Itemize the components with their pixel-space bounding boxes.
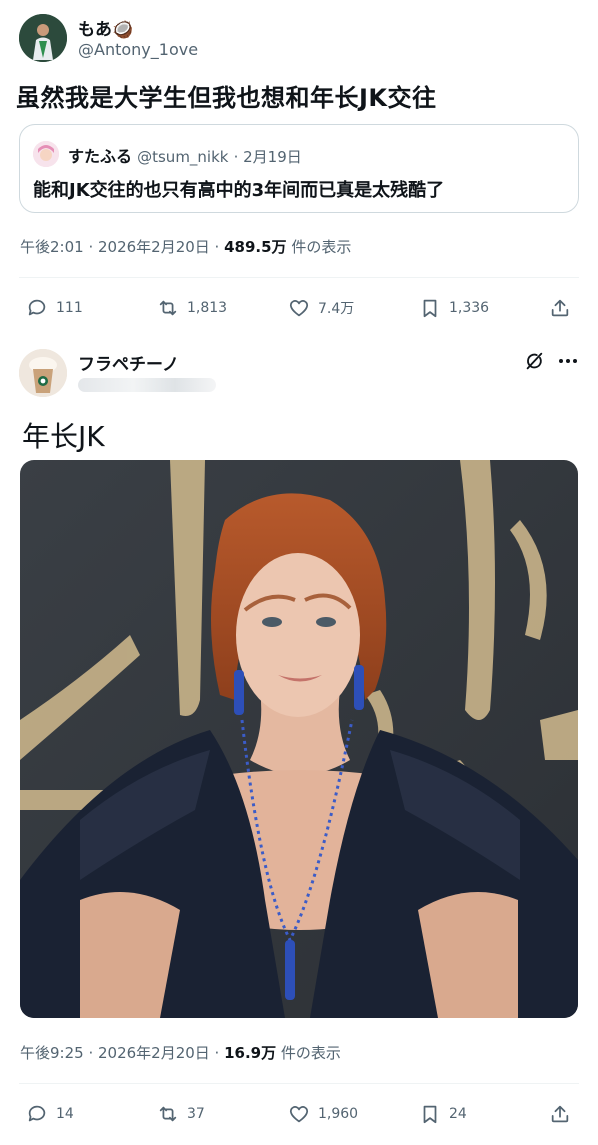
bookmark-icon: [423, 299, 437, 318]
reply-icon: [28, 1105, 46, 1122]
quote-avatar[interactable]: [33, 141, 59, 167]
reply-button[interactable]: 111: [26, 297, 83, 319]
divider: [19, 277, 579, 278]
share-button[interactable]: [549, 1103, 571, 1125]
views-label: 件の表示: [276, 1044, 341, 1062]
reply-icon: [28, 299, 46, 316]
divider: [19, 1083, 579, 1084]
avatar[interactable]: [19, 14, 67, 62]
bookmark-count: 24: [449, 1106, 467, 1122]
display-name[interactable]: フラペチーノ: [78, 350, 179, 375]
more-icon: [559, 359, 577, 363]
repost-button[interactable]: 37: [157, 1103, 205, 1125]
view-count: 489.5万: [224, 238, 287, 256]
like-count: 7.4万: [318, 301, 355, 317]
handle[interactable]: @Antony_1ove: [78, 40, 198, 59]
blurred-handle: [78, 378, 216, 392]
grok-button[interactable]: [523, 350, 545, 376]
share-icon: [551, 299, 569, 317]
tweet-text: 年长JK: [22, 420, 105, 453]
repost-count: 1,813: [187, 300, 228, 316]
reply-count: 111: [56, 300, 83, 316]
like-count: 1,960: [318, 1106, 359, 1122]
share-icon: [551, 1105, 569, 1123]
view-count: 16.9万: [224, 1044, 277, 1062]
quote-handle[interactable]: @tsum_nikk: [137, 148, 228, 166]
quote-display-name[interactable]: すたふる: [68, 147, 132, 166]
repost-icon: [159, 300, 177, 316]
repost-button[interactable]: 1,813: [157, 297, 227, 319]
tweet-photo[interactable]: [20, 460, 578, 1018]
views-label: 件の表示: [286, 238, 352, 256]
quote-text: 能和JK交往的也只有高中的3年间而已真是太残酷了: [33, 180, 445, 201]
bookmark-count: 1,336: [449, 300, 490, 316]
tweet-meta: 午後2:01 · 2026年2月20日 · 489.5万 件の表示: [20, 236, 351, 257]
share-button[interactable]: [549, 297, 571, 319]
bookmark-button[interactable]: 24: [419, 1103, 467, 1125]
grok-icon: [526, 352, 543, 370]
like-icon: [289, 300, 309, 317]
tweet-meta: 午後9:25 · 2026年2月20日 · 16.9万 件の表示: [20, 1042, 341, 1063]
reply-button[interactable]: 14: [26, 1103, 74, 1125]
repost-count: 37: [187, 1106, 205, 1122]
quote-author: すたふる @tsum_nikk · 2月19日: [68, 143, 302, 167]
reply-count: 14: [56, 1106, 74, 1122]
timestamp[interactable]: 午後2:01 · 2026年2月20日 ·: [20, 238, 224, 256]
tweet-text: 虽然我是大学生但我也想和年长JK交往: [16, 84, 437, 112]
repost-icon: [159, 1106, 177, 1122]
quote-tweet[interactable]: すたふる @tsum_nikk · 2月19日 能和JK交往的也只有高中的3年间…: [19, 124, 579, 213]
timestamp[interactable]: 午後9:25 · 2026年2月20日 ·: [20, 1044, 224, 1062]
display-name[interactable]: もあ🥥: [78, 15, 133, 40]
bookmark-icon: [423, 1105, 437, 1124]
avatar[interactable]: [19, 349, 67, 397]
like-icon: [289, 1106, 309, 1123]
bookmark-button[interactable]: 1,336: [419, 297, 489, 319]
quote-date: · 2月19日: [233, 148, 302, 166]
like-button[interactable]: 1,960: [288, 1103, 358, 1125]
like-button[interactable]: 7.4万: [288, 297, 354, 319]
more-button[interactable]: [557, 352, 579, 374]
